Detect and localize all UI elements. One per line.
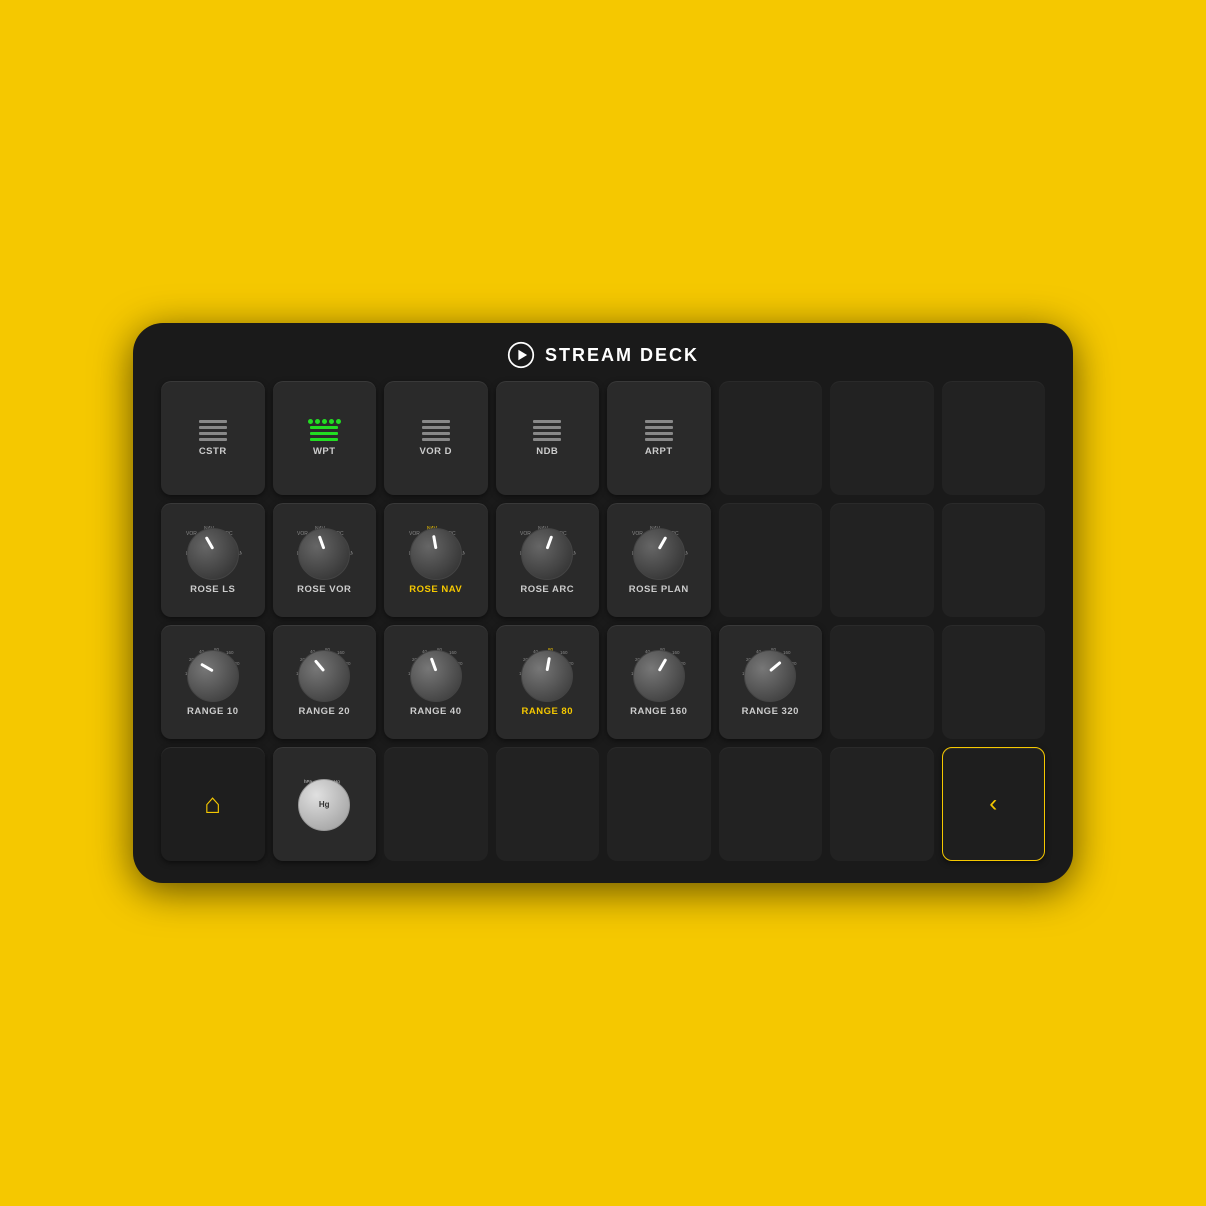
lines-icon-arpt [645,420,673,441]
label-rose-ls: ROSE LS [190,584,235,595]
knob-bg-rose-nav [410,528,462,580]
btn-back[interactable]: ‹ [942,747,1046,861]
empty-r2-7 [830,503,934,617]
empty-r4-3 [384,747,488,861]
lines-icon-cstr [199,420,227,441]
lines-icon-vord [422,420,450,441]
btn-rose-vor[interactable]: VOR NAV ARC PLAN LS ROSE VOR [273,503,377,617]
label-rose-nav: ROSE NAV [409,584,462,595]
label-range80: RANGE 80 [521,706,573,717]
btn-range40[interactable]: 10 20 40 80 160 320 RANGE 40 [384,625,488,739]
knob-range80: 10 20 40 80 160 320 [521,650,573,702]
btn-vord[interactable]: VOR D [384,381,488,495]
empty-r4-5 [607,747,711,861]
knob-rose-vor: VOR NAV ARC PLAN LS [298,528,350,580]
knob-range20: 10 20 40 80 160 320 [298,650,350,702]
label-range160: RANGE 160 [630,706,687,717]
btn-baro[interactable]: hPa Hg Hg [273,747,377,861]
btn-ndb[interactable]: NDB [496,381,600,495]
empty-r1-8 [942,381,1046,495]
label-range40: RANGE 40 [410,706,462,717]
btn-range320[interactable]: 10 20 40 80 160 320 RANGE 320 [719,625,823,739]
label-rose-plan: ROSE PLAN [629,584,689,595]
btn-home[interactable]: ⌂ [161,747,265,861]
lines-icon-wpt [310,426,338,441]
empty-r2-6 [719,503,823,617]
label-range320: RANGE 320 [742,706,799,717]
knob-range320: 10 20 40 80 160 320 [744,650,796,702]
label-wpt: WPT [313,446,336,457]
knob-bg-baro: Hg [298,779,350,831]
dot-line-wpt [308,419,341,424]
knob-bg-range80 [521,650,573,702]
knob-bg-range10 [187,650,239,702]
stream-deck: STREAM DECK CSTR WPT VOR D [133,323,1073,883]
empty-r2-8 [942,503,1046,617]
knob-range40: 10 20 40 80 160 320 [410,650,462,702]
knob-rose-plan: VOR NAV ARC PLAN LS [633,528,685,580]
back-icon: ‹ [989,790,997,818]
knob-bg-range40 [410,650,462,702]
knob-bg-rose-ls [187,528,239,580]
btn-wpt[interactable]: WPT [273,381,377,495]
empty-r1-7 [830,381,934,495]
label-range20: RANGE 20 [298,706,350,717]
lines-icon-ndb [533,420,561,441]
knob-range160: 10 20 40 80 160 320 [633,650,685,702]
empty-r4-7 [830,747,934,861]
btn-range10[interactable]: 10 20 40 80 160 320 RANGE 10 [161,625,265,739]
label-vord: VOR D [419,446,452,457]
knob-bg-range160 [633,650,685,702]
knob-bg-rose-plan [633,528,685,580]
btn-cstr[interactable]: CSTR [161,381,265,495]
label-cstr: CSTR [199,446,227,457]
knob-rose-ls: VOR NAV ARC PLAN LS [187,528,239,580]
knob-bg-rose-vor [298,528,350,580]
label-range10: RANGE 10 [187,706,239,717]
stream-deck-logo [507,341,535,369]
label-ndb: NDB [536,446,558,457]
empty-r3-7 [830,625,934,739]
btn-range160[interactable]: 10 20 40 80 160 320 RANGE 160 [607,625,711,739]
knob-bg-range320 [744,650,796,702]
label-rose-arc: ROSE ARC [520,584,574,595]
btn-range20[interactable]: 10 20 40 80 160 320 RANGE 20 [273,625,377,739]
btn-rose-plan[interactable]: VOR NAV ARC PLAN LS ROSE PLAN [607,503,711,617]
knob-bg-range20 [298,650,350,702]
button-grid: CSTR WPT VOR D NDB AR [161,381,1045,861]
empty-r3-8 [942,625,1046,739]
deck-title: STREAM DECK [545,345,699,366]
knob-rose-arc: VOR NAV ARC PLAN LS [521,528,573,580]
btn-rose-nav[interactable]: VOR NAV ARC PLAN LS ROSE NAV [384,503,488,617]
btn-range80[interactable]: 10 20 40 80 160 320 RANGE 80 [496,625,600,739]
label-arpt: ARPT [645,446,673,457]
btn-rose-ls[interactable]: VOR NAV ARC PLAN LS ROSE LS [161,503,265,617]
btn-rose-arc[interactable]: VOR NAV ARC PLAN LS ROSE ARC [496,503,600,617]
knob-baro: hPa Hg Hg [298,779,350,831]
baro-label: Hg [319,800,330,809]
label-rose-vor: ROSE VOR [297,584,351,595]
knob-range10: 10 20 40 80 160 320 [187,650,239,702]
btn-arpt[interactable]: ARPT [607,381,711,495]
empty-r4-6 [719,747,823,861]
knob-bg-rose-arc [521,528,573,580]
knob-rose-nav: VOR NAV ARC PLAN LS [410,528,462,580]
deck-header: STREAM DECK [507,341,699,369]
empty-r1-6 [719,381,823,495]
empty-r4-4 [496,747,600,861]
home-icon: ⌂ [204,788,221,820]
